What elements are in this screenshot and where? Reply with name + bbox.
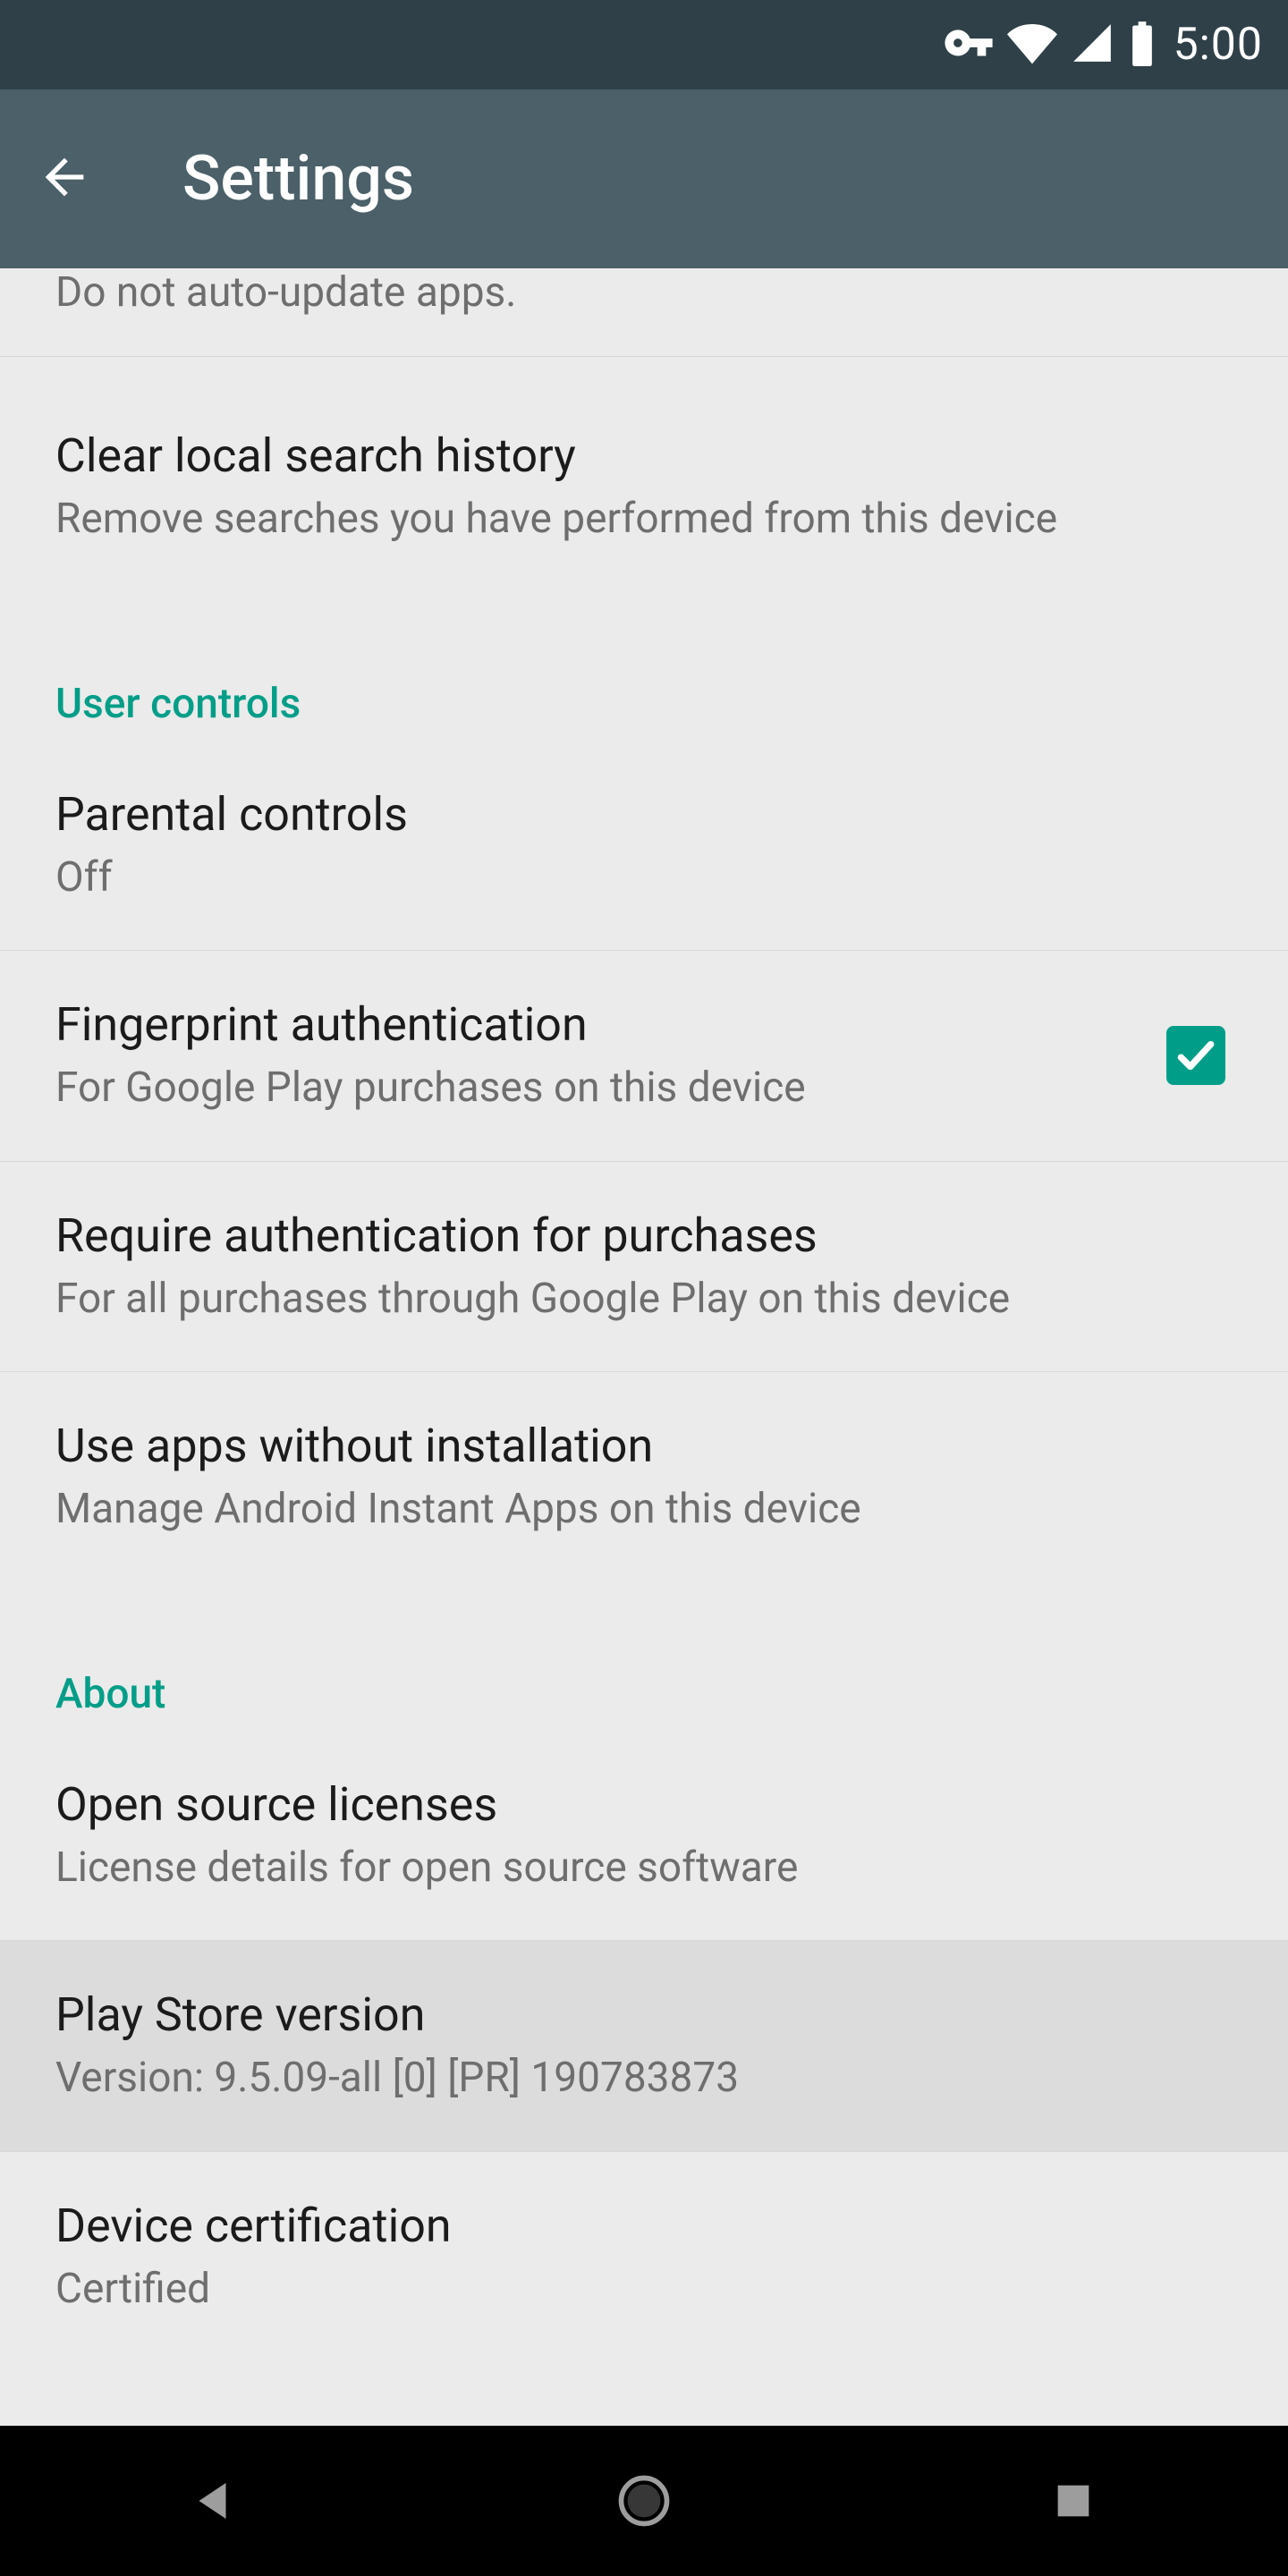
setting-title: Use apps without installation — [55, 1419, 1233, 1473]
page-title: Settings — [182, 142, 414, 216]
setting-subtitle: License details for open source software — [55, 1843, 1233, 1894]
play-store-version-row[interactable]: Play Store version Version: 9.5.09-all [… — [0, 1941, 1288, 2152]
battery-icon — [1127, 20, 1157, 70]
instant-apps-row[interactable]: Use apps without installation Manage And… — [0, 1372, 1288, 1607]
setting-subtitle: Certified — [55, 2264, 1233, 2316]
fingerprint-auth-row[interactable]: Fingerprint authentication For Google Pl… — [0, 951, 1288, 1162]
setting-subtitle: For all purchases through Google Play on… — [55, 1274, 1233, 1326]
checkmark-icon — [1174, 1033, 1218, 1078]
status-bar: 5:00 — [0, 0, 1288, 89]
status-icons — [943, 17, 1157, 72]
require-auth-row[interactable]: Require authentication for purchases For… — [0, 1162, 1288, 1373]
clear-search-history-row[interactable]: Clear local search history Remove search… — [0, 357, 1288, 617]
navigation-bar — [0, 2426, 1288, 2576]
open-source-licenses-row[interactable]: Open source licenses License details for… — [0, 1731, 1288, 1942]
setting-subtitle: Remove searches you have performed from … — [55, 494, 1233, 546]
vpn-key-icon — [943, 17, 995, 72]
cell-signal-icon — [1070, 21, 1114, 69]
setting-subtitle: Manage Android Instant Apps on this devi… — [55, 1484, 1233, 1536]
setting-subtitle: For Google Play purchases on this device — [55, 1063, 1131, 1114]
nav-home-icon — [614, 2470, 674, 2531]
nav-home-button[interactable] — [604, 2461, 684, 2541]
section-header-user-controls: User controls — [0, 617, 1288, 741]
nav-back-button[interactable] — [174, 2461, 255, 2541]
parental-controls-row[interactable]: Parental controls Off — [0, 741, 1288, 952]
setting-subtitle: Version: 9.5.09-all [0] [PR] 190783873 — [55, 2053, 1233, 2105]
setting-title: Parental controls — [55, 787, 1233, 842]
nav-recent-icon — [1050, 2478, 1097, 2524]
settings-list: Do not auto-update apps. Clear local sea… — [0, 268, 1288, 2361]
wifi-icon — [1007, 18, 1057, 72]
fingerprint-checkbox[interactable] — [1166, 1026, 1225, 1085]
section-header-about: About — [0, 1607, 1288, 1731]
setting-title: Clear local search history — [55, 428, 1233, 483]
nav-recent-button[interactable] — [1033, 2461, 1114, 2541]
auto-update-subtitle: Do not auto-update apps. — [0, 268, 1288, 357]
setting-title: Fingerprint authentication — [55, 997, 1131, 1052]
setting-title: Require authentication for purchases — [55, 1208, 1233, 1263]
device-certification-row[interactable]: Device certification Certified — [0, 2152, 1288, 2362]
status-time: 5:00 — [1174, 19, 1263, 71]
setting-title: Device certification — [55, 2199, 1233, 2253]
setting-subtitle: Off — [55, 852, 1233, 904]
app-bar: Settings — [0, 89, 1288, 268]
setting-title: Open source licenses — [55, 1777, 1233, 1832]
nav-back-icon — [188, 2474, 242, 2528]
back-button[interactable] — [36, 148, 93, 209]
setting-title: Play Store version — [55, 1987, 1233, 2042]
